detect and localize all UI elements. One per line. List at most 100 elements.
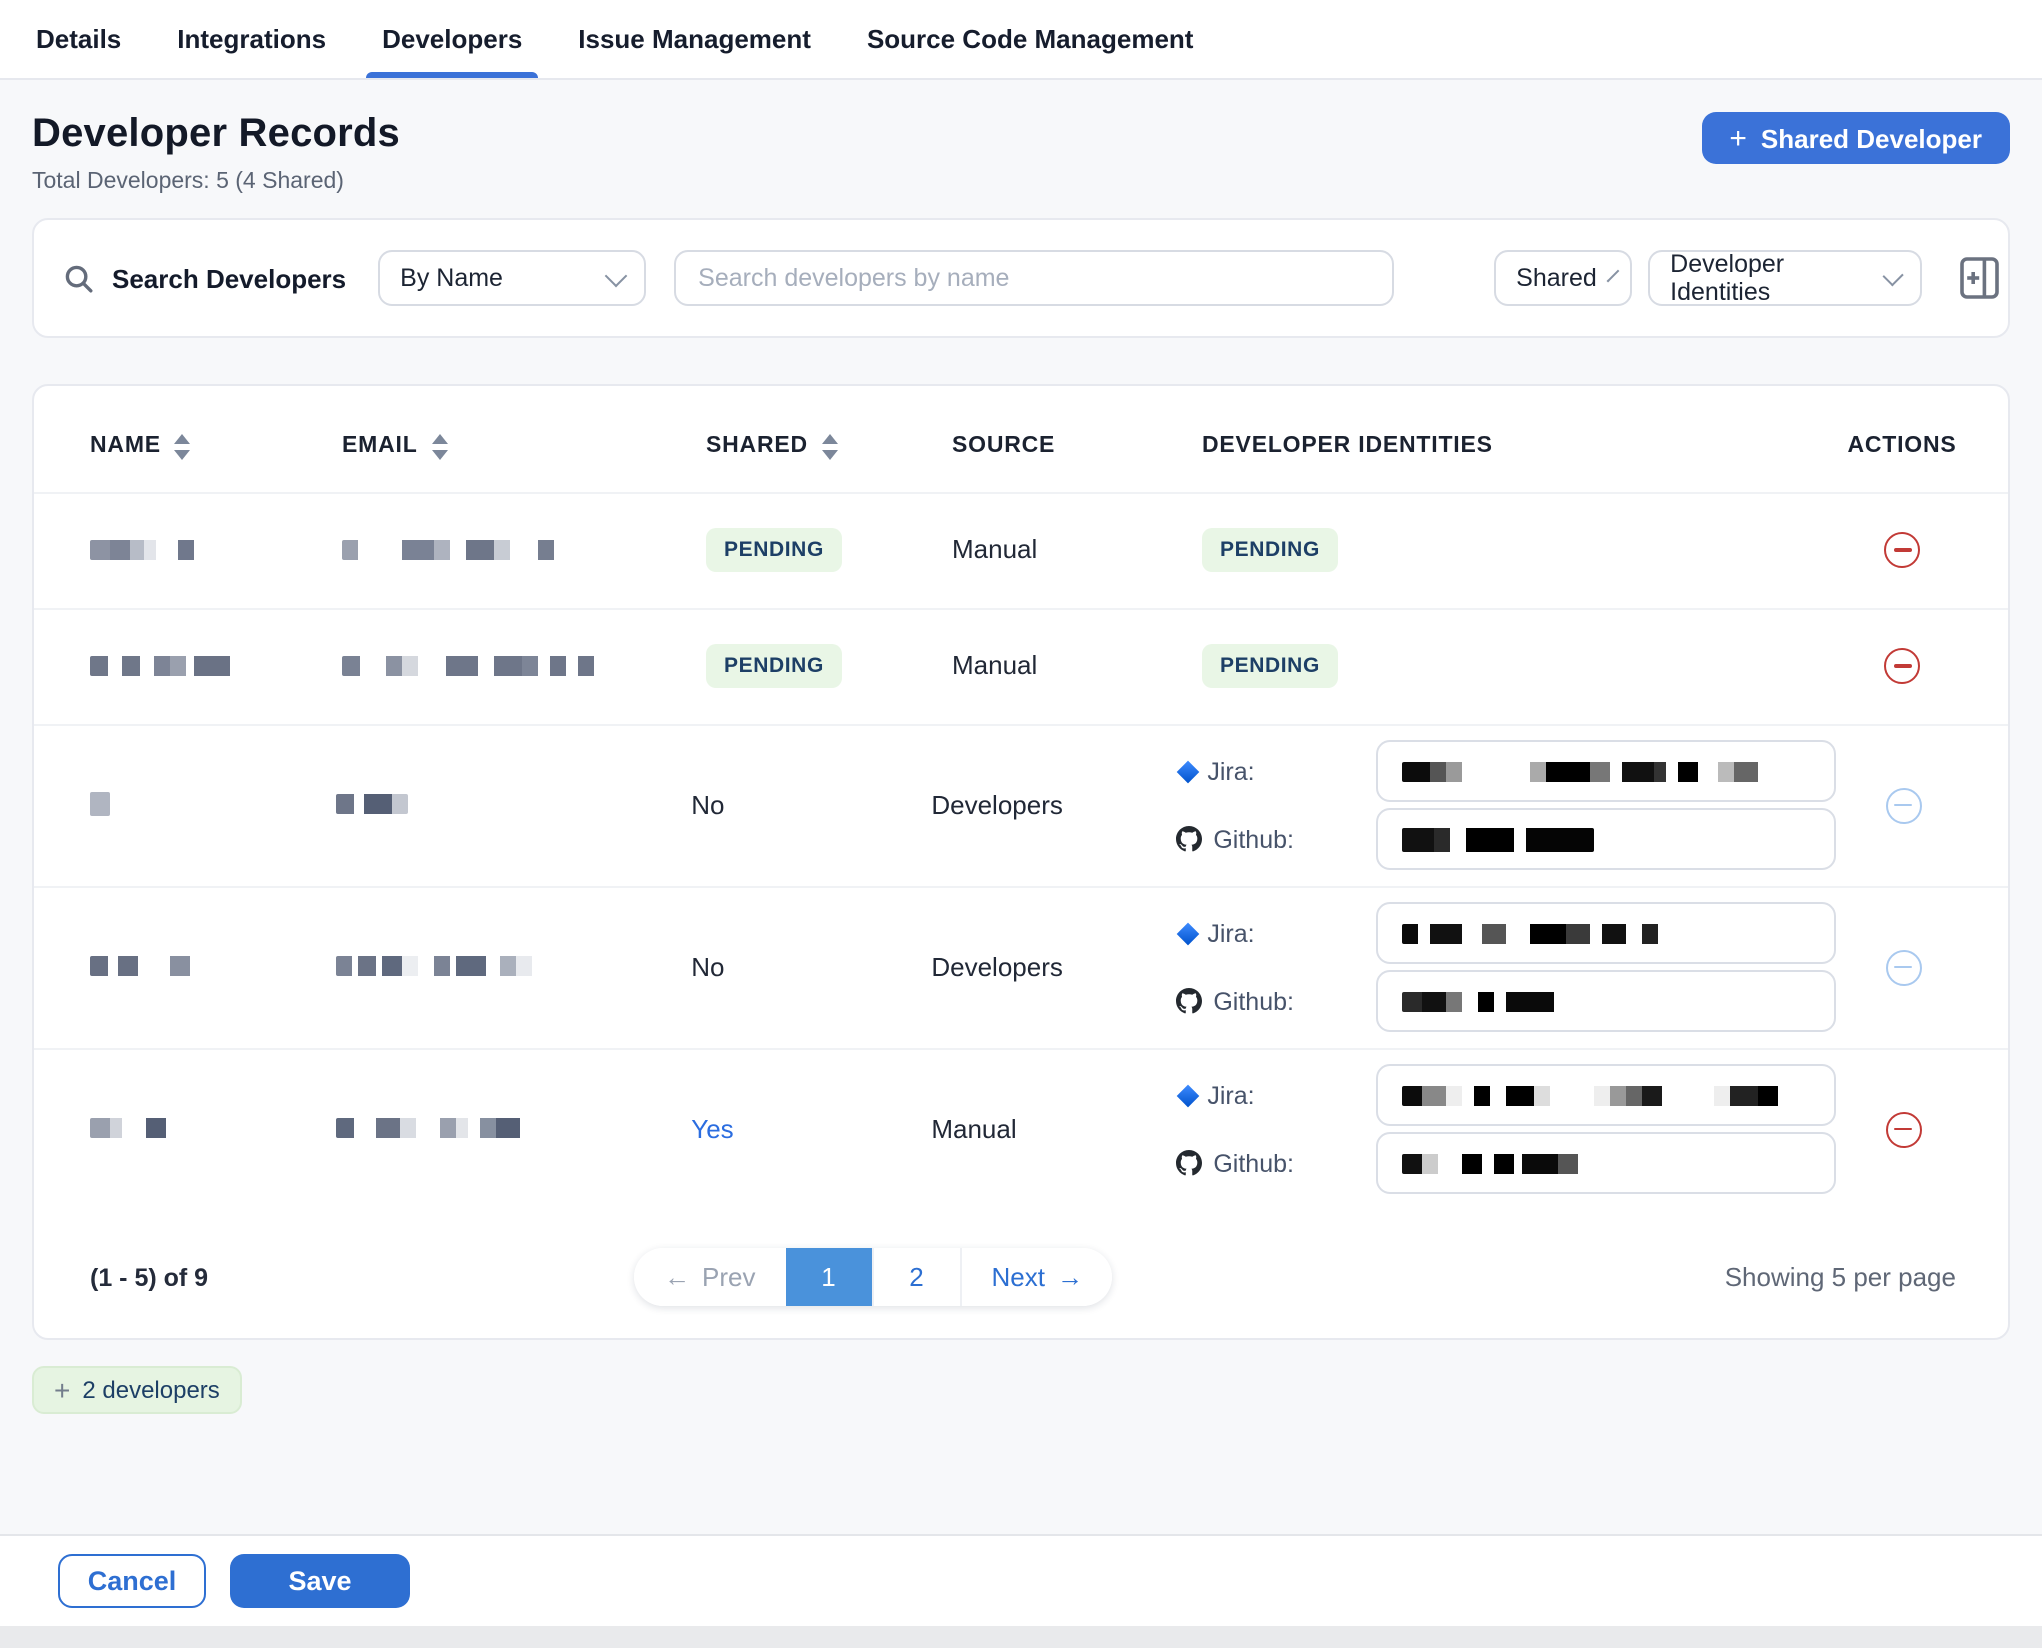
developer-table: NAME EMAIL SHARED SOURCE DEVELOPER IDENT… [32,384,2010,1339]
search-by-select[interactable]: By Name [378,250,646,306]
developer-email-redacted [342,648,706,684]
jira-label: Jira: [1207,1081,1254,1109]
jira-identity-row: Jira: [1175,902,1835,964]
table-row: PENDING Manual PENDING [34,491,2008,607]
identity-status-badge: PENDING [1202,528,1338,572]
tab-details[interactable]: Details [32,0,125,78]
jira-label: Jira: [1207,757,1254,785]
tab-integrations[interactable]: Integrations [173,0,330,78]
developer-email-redacted [342,532,706,568]
chevron-down-icon [1607,269,1620,282]
developer-email-redacted [336,787,691,823]
identity-status-badge: PENDING [1202,644,1338,688]
add-column-panel-icon[interactable] [1960,256,2000,300]
tab-bar: Details Integrations Developers Issue Ma… [0,0,2042,80]
sort-icon[interactable] [175,434,191,459]
developer-identities-filter-value: Developer Identities [1670,250,1869,306]
identity-cell: Jira: Github: [1175,734,1835,876]
save-button[interactable]: Save [230,1554,410,1608]
total-developers-text: Total Developers: 5 (4 Shared) [32,170,400,194]
shared-value: Yes [691,1113,733,1143]
table-row: PENDING Manual PENDING [34,607,2008,723]
tab-source-code-management[interactable]: Source Code Management [863,0,1198,78]
footer-action-bar: Cancel Save [0,1534,2042,1626]
search-input[interactable] [674,250,1394,306]
column-header-actions: ACTIONS [1832,435,1972,459]
column-header-developer-identities: DEVELOPER IDENTITIES [1202,435,1832,459]
developer-records-page: Details Integrations Developers Issue Ma… [0,0,2042,1648]
identity-cell: Jira: Github: [1175,1058,1835,1200]
github-identity-input[interactable] [1375,970,1835,1032]
arrow-right-icon: → [1057,1262,1083,1292]
developer-name-redacted [34,1111,336,1147]
search-developers-label: Search Developers [112,263,346,293]
source-value: Developers [931,789,1063,819]
remove-developer-button[interactable] [1886,1111,1922,1147]
github-label: Github: [1213,825,1294,853]
pagination-page-1[interactable]: 1 [785,1248,871,1306]
remove-developer-button-disabled[interactable] [1886,787,1922,823]
github-identity-row: Github: [1175,970,1835,1032]
add-developers-chip[interactable]: + 2 developers [32,1365,242,1413]
pagination-next-button[interactable]: Next → [959,1248,1112,1306]
github-identity-row: Github: [1175,1132,1835,1194]
jira-identity-input[interactable] [1375,740,1835,802]
remove-developer-button-disabled[interactable] [1886,949,1922,985]
remove-developer-button[interactable] [1884,532,1920,568]
jira-icon [1176,922,1199,945]
pagination-prev-button[interactable]: ← Prev [634,1248,785,1306]
developer-email-redacted [336,949,691,985]
developer-identities-filter-select[interactable]: Developer Identities [1648,250,1922,306]
jira-identity-row: Jira: [1175,1064,1835,1126]
shared-filter-value: Shared [1516,264,1597,292]
github-identity-input[interactable] [1375,808,1835,870]
remove-developer-button[interactable] [1884,648,1920,684]
github-label: Github: [1213,1149,1294,1177]
jira-label: Jira: [1207,919,1254,947]
email-header-label: EMAIL [342,435,418,459]
tab-developers[interactable]: Developers [378,0,526,78]
tab-issue-management[interactable]: Issue Management [574,0,815,78]
developer-name-redacted [34,532,342,568]
column-header-shared: SHARED [706,434,952,459]
column-header-name: NAME [34,434,342,459]
column-header-email: EMAIL [342,434,706,459]
github-icon [1175,988,1201,1014]
arrow-left-icon: ← [664,1262,690,1292]
github-label: Github: [1213,987,1294,1015]
cancel-button[interactable]: Cancel [58,1554,206,1608]
pagination-page-2[interactable]: 2 [871,1248,959,1306]
prev-label: Prev [702,1262,755,1292]
shared-filter-select[interactable]: Shared [1494,250,1632,306]
bottom-strip [0,1626,2042,1648]
table-row: Yes Manual Jira: [34,1047,2008,1209]
chevron-down-icon [605,264,628,287]
column-header-source: SOURCE [952,435,1202,459]
chevron-down-icon [1882,264,1904,286]
page-title: Developer Records [32,112,400,158]
github-identity-row: Github: [1175,808,1835,870]
source-value: Manual [952,534,1037,564]
github-icon [1175,1150,1201,1176]
pagination-bar: (1 - 5) of 9 ← Prev 1 2 Next → Showing 5… [34,1221,2008,1333]
source-header-label: SOURCE [952,435,1055,459]
page-header: Developer Records Total Developers: 5 (4… [0,80,2042,194]
identity-cell: Jira: Github: [1175,896,1835,1038]
shared-developer-button-label: Shared Developer [1761,123,1982,153]
developer-name-redacted [34,787,336,823]
github-identity-input[interactable] [1375,1132,1835,1194]
shared-value: No [691,789,724,819]
sort-icon[interactable] [822,434,838,459]
shared-developer-button[interactable]: + Shared Developer [1701,112,2010,164]
developer-name-redacted [34,949,336,985]
sort-icon[interactable] [432,434,448,459]
next-label: Next [991,1262,1044,1292]
source-value: Manual [952,650,1037,680]
jira-identity-row: Jira: [1175,740,1835,802]
jira-identity-input[interactable] [1375,1064,1835,1126]
search-filter-bar: Search Developers By Name Shared Develop… [32,218,2010,338]
shared-header-label: SHARED [706,435,808,459]
name-header-label: NAME [90,435,161,459]
jira-identity-input[interactable] [1375,902,1835,964]
identities-header-label: DEVELOPER IDENTITIES [1202,435,1493,459]
